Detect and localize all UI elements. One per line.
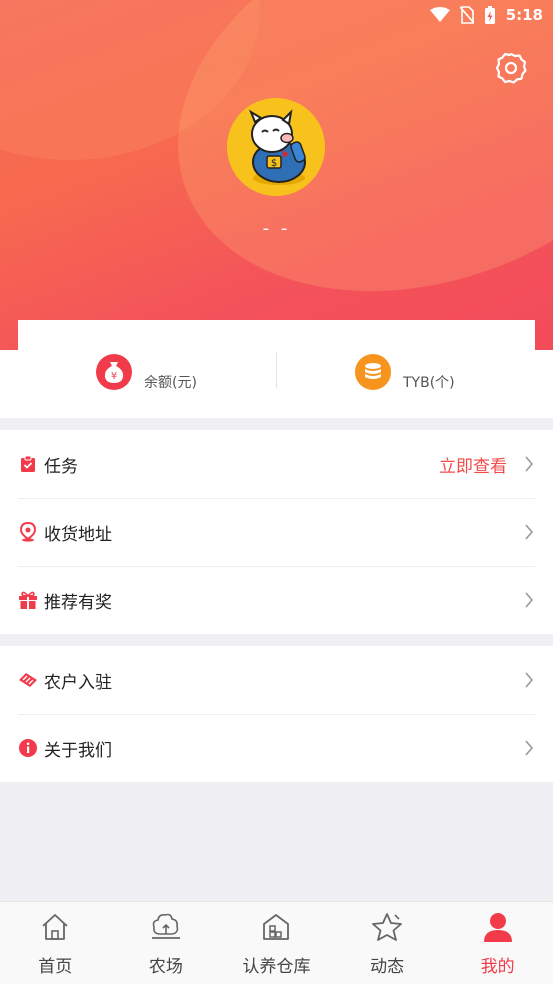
status-time: 5:18 [505, 6, 543, 24]
money-bag-icon: ¥ [96, 354, 132, 390]
coin-label: TYB(个) [403, 375, 455, 391]
wallet-divider [276, 352, 277, 388]
menu-item-label: 收货地址 [44, 524, 112, 545]
user-icon [481, 910, 515, 944]
tab-adoption-warehouse[interactable]: 认养仓库 [221, 902, 332, 984]
gear-icon [495, 52, 527, 84]
wifi-icon [429, 7, 450, 22]
tab-label: 认养仓库 [242, 957, 311, 977]
balance-item[interactable]: ¥ 余额(元) [96, 352, 197, 392]
tab-mine[interactable]: 我的 [442, 902, 553, 984]
battery-charging-icon [484, 6, 495, 24]
tab-label: 农场 [148, 957, 183, 977]
chevron-right-icon [525, 456, 534, 472]
menu-item-label: 农户入驻 [44, 672, 112, 693]
handshake-icon [18, 670, 38, 690]
tab-farm[interactable]: 农场 [111, 902, 222, 984]
view-now-link[interactable]: 立即查看 [439, 452, 507, 477]
balance-label: 余额(元) [144, 375, 197, 391]
task-clipboard-icon [18, 454, 38, 474]
coin-item[interactable]: TYB(个) [355, 352, 455, 392]
warehouse-icon [259, 910, 293, 944]
info-icon [18, 738, 38, 758]
menu-item-label: 推荐有奖 [44, 592, 112, 613]
tab-label: 我的 [480, 957, 515, 977]
chevron-right-icon [525, 672, 534, 688]
bottom-tab-bar: 首页 农场 认养仓库 动态 我的 [0, 901, 553, 984]
tab-moments[interactable]: 动态 [332, 902, 443, 984]
status-bar: 5:18 [429, 4, 543, 26]
star-icon [370, 910, 404, 944]
svg-text:¥: ¥ [111, 371, 117, 382]
menu-item-shipping-address[interactable]: 收货地址 [0, 498, 553, 566]
tab-label: 首页 [38, 957, 73, 977]
menu-item-referral-reward[interactable]: 推荐有奖 [0, 566, 553, 634]
coin-stack-icon [355, 354, 391, 390]
menu-item-farmer-join[interactable]: 农户入驻 [0, 646, 553, 714]
settings-button[interactable] [495, 52, 527, 84]
menu-group-secondary: 农户入驻 关于我们 [0, 646, 553, 782]
svg-text:$: $ [271, 158, 277, 169]
location-pin-icon [18, 522, 38, 542]
menu-item-about-us[interactable]: 关于我们 [0, 714, 553, 782]
menu-item-label: 关于我们 [44, 740, 112, 761]
farm-tree-icon [149, 910, 183, 944]
pig-mascot-icon: $ [227, 98, 325, 196]
chevron-right-icon [525, 740, 534, 756]
menu-item-tasks[interactable]: 任务 立即查看 [0, 430, 553, 498]
home-icon [38, 910, 72, 944]
user-nickname: - - [262, 218, 291, 239]
tab-home[interactable]: 首页 [0, 902, 111, 984]
gift-icon [18, 590, 38, 610]
no-sim-icon [459, 6, 474, 24]
tab-label: 动态 [370, 957, 405, 977]
chevron-right-icon [525, 592, 534, 608]
menu-group-primary: 任务 立即查看 收货地址 推荐有奖 [0, 430, 553, 634]
avatar[interactable]: $ [227, 98, 325, 196]
menu-item-label: 任务 [44, 456, 78, 477]
chevron-right-icon [525, 524, 534, 540]
